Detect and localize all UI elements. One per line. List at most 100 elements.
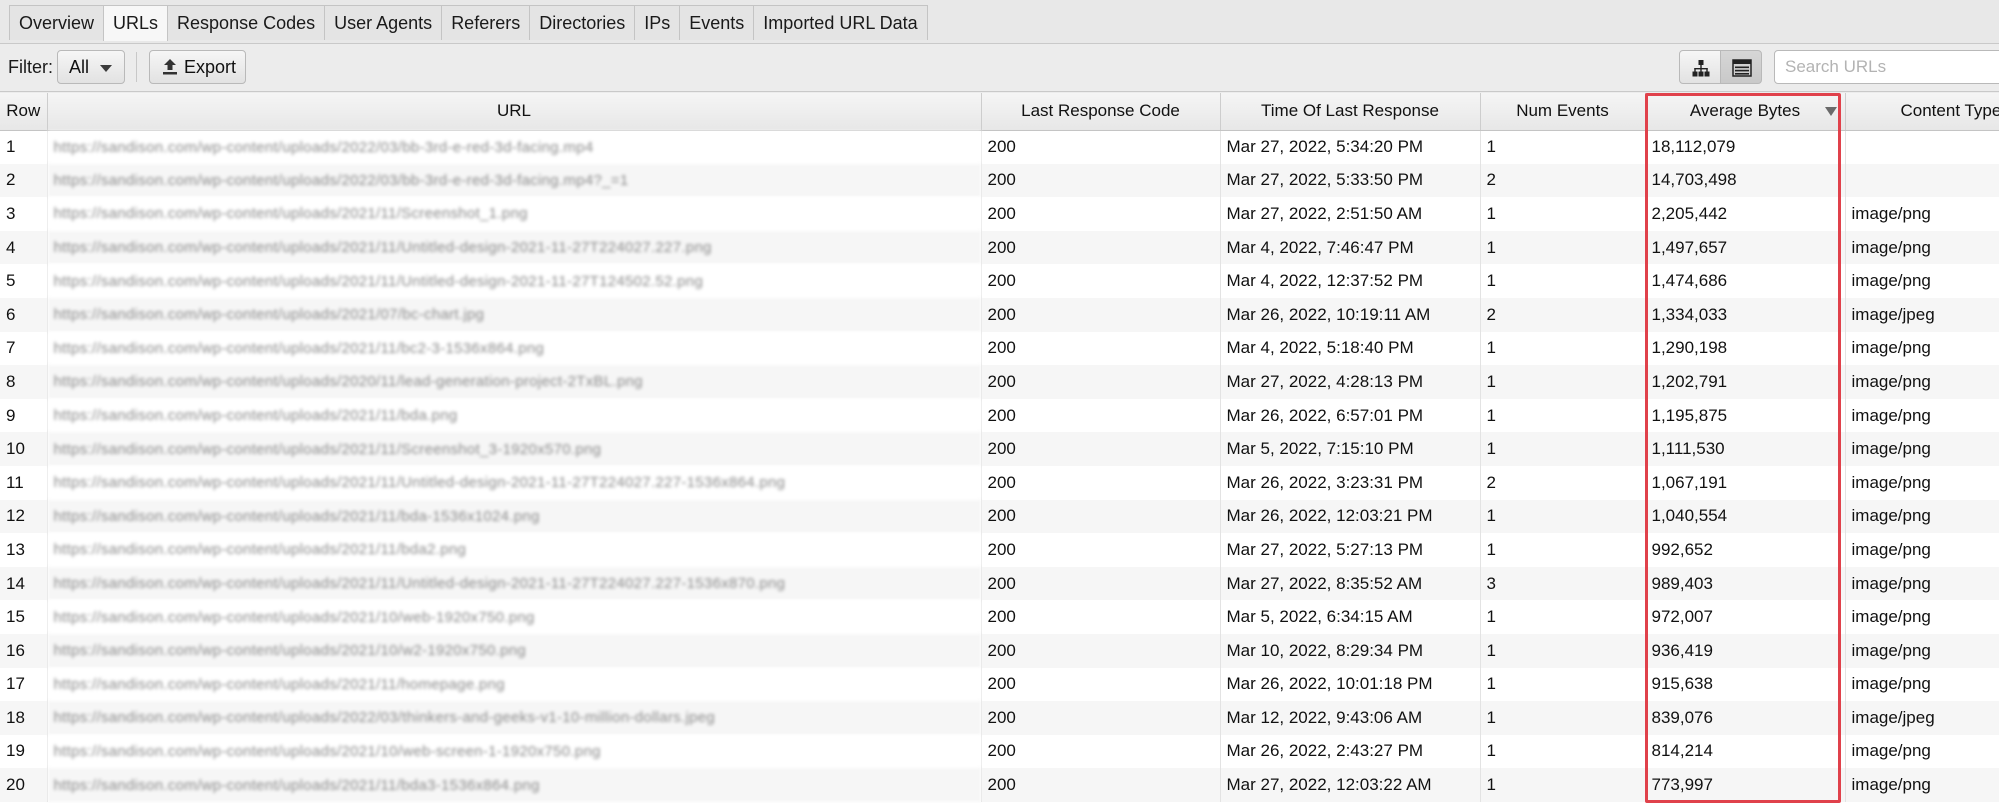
- num-events-cell: 1: [1480, 633, 1646, 668]
- column-header-time-of-last-response[interactable]: Time Of Last Response: [1220, 93, 1481, 131]
- table-row[interactable]: 13 https://sandison.com/wp-content/upload…: [0, 533, 1999, 567]
- column-header-content-type[interactable]: Content Type: [1845, 93, 1999, 131]
- row-number-cell: 15: [0, 600, 48, 634]
- list-view-button[interactable]: [1720, 50, 1762, 84]
- content-type-cell: image/png: [1845, 331, 1999, 366]
- row-number-cell: 17: [0, 667, 48, 702]
- average-bytes-cell: 2,205,442: [1645, 197, 1846, 231]
- num-events-cell: 1: [1480, 130, 1646, 164]
- search-input[interactable]: [1774, 50, 1999, 84]
- tab-referers[interactable]: Referers: [441, 5, 531, 40]
- sort-descending-icon: [1824, 107, 1837, 116]
- content-type-cell: [1845, 130, 1999, 164]
- num-events-cell: 1: [1480, 230, 1646, 265]
- table-row[interactable]: 3 https://sandison.com/wp-content/uploads…: [0, 197, 1999, 231]
- response-code-cell: 200: [981, 264, 1221, 298]
- average-bytes-cell: 1,202,791: [1645, 365, 1846, 399]
- url-cell: https://sandison.com/wp-content/uploads/…: [47, 667, 982, 702]
- table-row[interactable]: 17 https://sandison.com/wp-content/upload…: [0, 667, 1999, 702]
- table-row[interactable]: 7 https://sandison.com/wp-content/uploads…: [0, 331, 1999, 366]
- num-events-cell: 1: [1480, 365, 1646, 399]
- table-row[interactable]: 18 https://sandison.com/wp-content/upload…: [0, 701, 1999, 735]
- row-number-cell: 14: [0, 566, 48, 601]
- average-bytes-cell: 915,638: [1645, 667, 1846, 702]
- url-cell: https://sandison.com/wp-content/uploads/…: [47, 566, 982, 601]
- url-cell: https://sandison.com/wp-content/uploads/…: [47, 365, 982, 399]
- column-header-label: Content Type: [1900, 101, 1999, 121]
- url-cell: https://sandison.com/wp-content/uploads/…: [47, 600, 982, 634]
- time-cell: Mar 27, 2022, 5:33:50 PM: [1220, 163, 1481, 198]
- caret-down-icon: [100, 65, 112, 72]
- table-row[interactable]: 6 https://sandison.com/wp-content/uploads…: [0, 297, 1999, 332]
- tree-view-button[interactable]: [1679, 50, 1721, 84]
- row-number-cell: 4: [0, 230, 48, 265]
- time-cell: Mar 27, 2022, 5:34:20 PM: [1220, 130, 1481, 164]
- average-bytes-cell: 1,040,554: [1645, 499, 1846, 534]
- time-cell: Mar 5, 2022, 6:34:15 AM: [1220, 600, 1481, 634]
- average-bytes-cell: 839,076: [1645, 701, 1846, 735]
- table-row[interactable]: 8 https://sandison.com/wp-content/uploads…: [0, 365, 1999, 399]
- tab-ips[interactable]: IPs: [634, 5, 681, 40]
- table-row[interactable]: 14 https://sandison.com/wp-content/upload…: [0, 566, 1999, 601]
- table-row[interactable]: 2 https://sandison.com/wp-content/uploads…: [0, 163, 1999, 198]
- tab-imported-url-data[interactable]: Imported URL Data: [753, 5, 928, 40]
- num-events-cell: 2: [1480, 465, 1646, 500]
- response-code-cell: 200: [981, 230, 1221, 265]
- response-code-cell: 200: [981, 163, 1221, 198]
- average-bytes-cell: 1,290,198: [1645, 331, 1846, 366]
- table-row[interactable]: 10 https://sandison.com/wp-content/upload…: [0, 432, 1999, 466]
- time-cell: Mar 27, 2022, 4:28:13 PM: [1220, 365, 1481, 399]
- table-row[interactable]: 5 https://sandison.com/wp-content/uploads…: [0, 264, 1999, 298]
- num-events-cell: 3: [1480, 566, 1646, 601]
- response-code-cell: 200: [981, 768, 1221, 802]
- tab-directories[interactable]: Directories: [529, 5, 636, 40]
- row-number-cell: 20: [0, 768, 48, 802]
- time-cell: Mar 26, 2022, 3:23:31 PM: [1220, 465, 1481, 500]
- filter-value: All: [69, 57, 90, 77]
- num-events-cell: 1: [1480, 701, 1646, 735]
- upload-icon: [163, 59, 177, 75]
- tab-user-agents[interactable]: User Agents: [324, 5, 443, 40]
- export-button[interactable]: Export: [149, 50, 246, 84]
- average-bytes-cell: 992,652: [1645, 533, 1846, 567]
- num-events-cell: 1: [1480, 197, 1646, 231]
- urls-table: Row URL Last Response Code Time Of Last …: [0, 93, 1999, 802]
- table-row[interactable]: 12 https://sandison.com/wp-content/upload…: [0, 499, 1999, 534]
- column-header-num-events[interactable]: Num Events: [1480, 93, 1646, 131]
- filter-dropdown[interactable]: All: [57, 50, 125, 84]
- table-row[interactable]: 20 https://sandison.com/wp-content/upload…: [0, 768, 1999, 802]
- table-row[interactable]: 19 https://sandison.com/wp-content/upload…: [0, 734, 1999, 769]
- content-type-cell: image/png: [1845, 633, 1999, 668]
- time-cell: Mar 26, 2022, 2:43:27 PM: [1220, 734, 1481, 769]
- table-row[interactable]: 4 https://sandison.com/wp-content/uploads…: [0, 230, 1999, 265]
- table-row[interactable]: 1 https://sandison.com/wp-content/uploads…: [0, 130, 1999, 164]
- tab-overview[interactable]: Overview: [9, 5, 105, 40]
- tab-events[interactable]: Events: [679, 5, 755, 40]
- row-number-cell: 3: [0, 197, 48, 231]
- content-type-cell: image/png: [1845, 667, 1999, 702]
- table-row[interactable]: 9 https://sandison.com/wp-content/uploads…: [0, 398, 1999, 433]
- time-cell: Mar 10, 2022, 8:29:34 PM: [1220, 633, 1481, 668]
- column-header-url[interactable]: URL: [47, 93, 982, 131]
- table-row[interactable]: 11 https://sandison.com/wp-content/upload…: [0, 465, 1999, 500]
- tab-urls[interactable]: URLs: [103, 5, 169, 41]
- column-header-row[interactable]: Row: [0, 93, 48, 131]
- tab-response-codes[interactable]: Response Codes: [167, 5, 326, 40]
- time-cell: Mar 26, 2022, 10:19:11 AM: [1220, 297, 1481, 332]
- table-row[interactable]: 15 https://sandison.com/wp-content/upload…: [0, 600, 1999, 634]
- average-bytes-cell: 972,007: [1645, 600, 1846, 634]
- column-header-last-response-code[interactable]: Last Response Code: [981, 93, 1221, 131]
- response-code-cell: 200: [981, 566, 1221, 601]
- response-code-cell: 200: [981, 432, 1221, 466]
- column-header-average-bytes[interactable]: Average Bytes: [1645, 93, 1846, 131]
- average-bytes-cell: 936,419: [1645, 633, 1846, 668]
- table-row[interactable]: 16 https://sandison.com/wp-content/upload…: [0, 633, 1999, 668]
- url-cell: https://sandison.com/wp-content/uploads/…: [47, 230, 982, 265]
- time-cell: Mar 27, 2022, 8:35:52 AM: [1220, 566, 1481, 601]
- content-type-cell: image/png: [1845, 432, 1999, 466]
- content-type-cell: [1845, 163, 1999, 198]
- num-events-cell: 2: [1480, 297, 1646, 332]
- num-events-cell: 2: [1480, 163, 1646, 198]
- urls-table-container[interactable]: Row URL Last Response Code Time Of Last …: [0, 93, 1999, 803]
- content-type-cell: image/jpeg: [1845, 701, 1999, 735]
